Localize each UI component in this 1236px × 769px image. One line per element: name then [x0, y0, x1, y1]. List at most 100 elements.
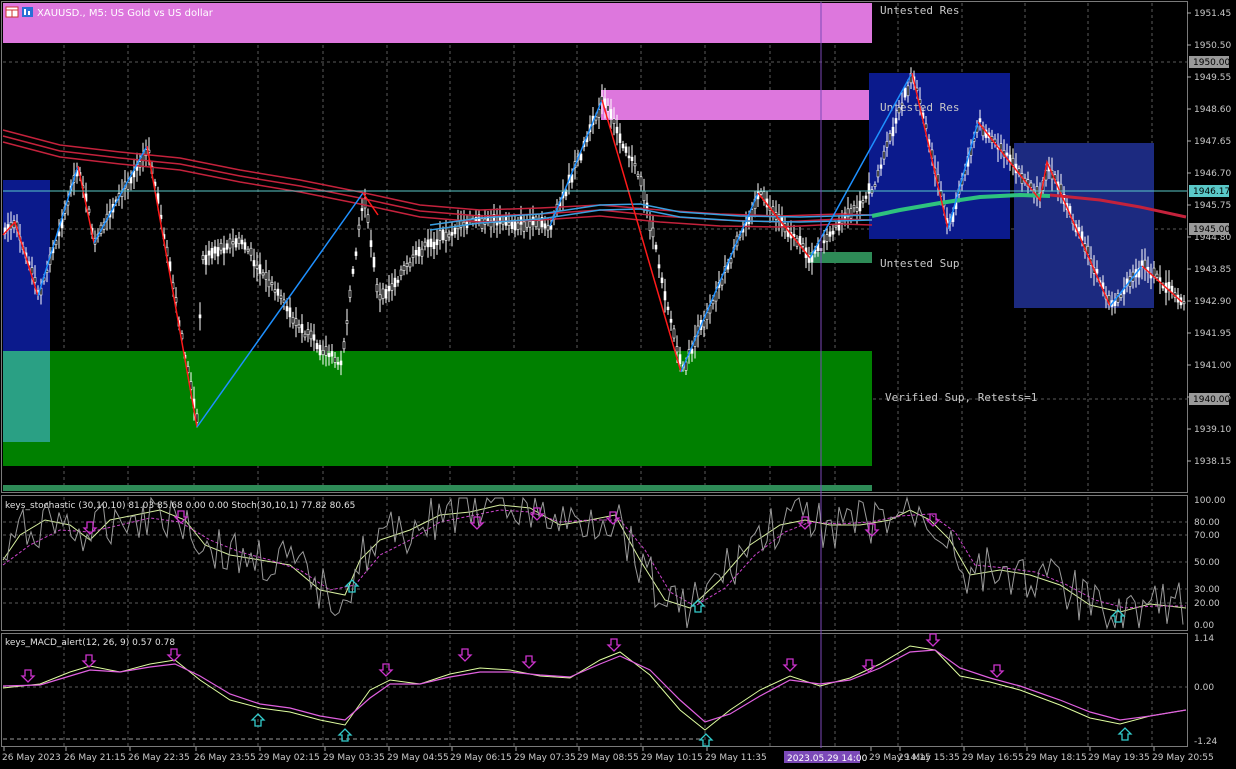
candle-body: [882, 150, 886, 160]
candle-body: [834, 224, 838, 228]
candle-body: [381, 288, 385, 299]
candle-body: [858, 200, 862, 212]
candle-body: [231, 241, 235, 245]
macd-buy-arrow-icon: [698, 733, 714, 747]
candle-body: [405, 262, 409, 267]
candle-body: [33, 277, 37, 283]
candle-body: [639, 176, 643, 187]
level-label: 1945.00: [1193, 225, 1230, 235]
sup-zone-thin[interactable]: [3, 485, 872, 491]
title-bar: XAUUSD., M5: US Gold vs US dollar: [5, 6, 214, 19]
candle-body: [855, 207, 859, 212]
time-tick-label: 29 May 06:15: [450, 753, 512, 763]
time-tick-label: 26 May 21:15: [64, 753, 126, 763]
candle-body: [240, 239, 244, 245]
price-tick-label: 1942.90: [1194, 297, 1231, 307]
signal-arrows: [20, 507, 1133, 747]
candle-body: [198, 314, 202, 319]
candle-body: [378, 294, 382, 301]
sup-zone-verified[interactable]: [3, 351, 872, 466]
time-tick-label: 29 May 08:55: [577, 753, 639, 763]
chart-menu-icon[interactable]: [22, 7, 33, 17]
stoch-tick-label: 30.00: [1194, 585, 1220, 595]
chart-window[interactable]: Untested Res Untested Res Untested Sup V…: [0, 0, 1236, 764]
candle-body: [612, 118, 616, 124]
chart-window-icon[interactable]: [5, 6, 19, 18]
candle-body: [387, 285, 391, 292]
time-tick-label: 29 May 18:15: [1025, 753, 1087, 763]
candle-body: [129, 177, 133, 184]
time-tick-label: 26 May 23:55: [194, 753, 256, 763]
macd-tick-label: -1.24: [1194, 737, 1218, 747]
candle-body: [852, 205, 856, 209]
stoch-tick-label: 20.00: [1194, 599, 1220, 609]
candle-body: [711, 300, 715, 305]
time-tick-label: 29 May 15:35: [898, 753, 960, 763]
candle-body: [243, 242, 247, 250]
candle-body: [315, 343, 319, 350]
macd-sell-arrow-icon: [989, 664, 1005, 678]
macd-sell-arrow-icon: [81, 654, 97, 668]
zone-label-3: Untested Sup: [880, 257, 959, 270]
macd-sell-arrow-icon: [20, 669, 36, 683]
candle-body: [309, 330, 313, 340]
candle-body: [348, 289, 352, 298]
candle-body: [633, 163, 637, 167]
candle-body: [453, 227, 457, 235]
time-tick-label: 29 May 02:15: [258, 753, 320, 763]
candle-body: [372, 256, 376, 268]
candle-body: [291, 317, 295, 324]
stoch-tick-label: 50.00: [1194, 558, 1220, 568]
candle-body: [657, 264, 661, 269]
candle-body: [396, 279, 400, 283]
stoch-tick-label: 80.00: [1194, 518, 1220, 528]
teal-box-left[interactable]: [3, 351, 50, 442]
candle-body: [252, 260, 256, 267]
candle-body: [408, 261, 412, 268]
macd-tick-label: 1.14: [1194, 634, 1214, 644]
cursor-time-label: 2023.05.29 14:00: [787, 754, 868, 764]
candle-body: [438, 230, 442, 241]
candle-body: [444, 231, 448, 241]
candle-body: [861, 200, 865, 204]
candle-body: [384, 289, 388, 299]
stochastic-pane-border: [1, 495, 1188, 631]
candle-body: [210, 248, 214, 259]
candle-body: [267, 279, 271, 288]
time-tick-label: 29 May 20:55: [1152, 753, 1214, 763]
candle-body: [528, 220, 532, 228]
candle-body: [297, 324, 301, 329]
zigzag-down: [601, 99, 682, 373]
navy-box-left[interactable]: [3, 180, 50, 351]
candle-body: [258, 264, 262, 274]
candle-body: [522, 221, 526, 232]
candle-body: [369, 240, 373, 247]
chart-canvas[interactable]: Untested Res Untested Res Untested Sup V…: [0, 0, 1236, 764]
zone-label-1: Untested Res: [880, 4, 959, 17]
price-tick-label: 1951.45: [1194, 9, 1231, 19]
candle-body: [402, 265, 406, 271]
candle-body: [894, 118, 898, 124]
price-tick-label: 1950.50: [1194, 41, 1231, 51]
zigzag-up: [549, 99, 603, 227]
candle-body: [864, 195, 868, 199]
sup-zone-small[interactable]: [810, 252, 872, 263]
candle-body: [501, 221, 505, 225]
candle-body: [1095, 269, 1099, 274]
candle-body: [624, 146, 628, 153]
ma-red-2: [2, 135, 873, 223]
zones: [3, 3, 1154, 491]
price-tick-label: 1947.65: [1194, 137, 1231, 147]
res-zone-mid[interactable]: [601, 90, 872, 120]
candle-body: [333, 357, 337, 363]
candle-body: [204, 254, 208, 265]
candle-body: [273, 289, 277, 293]
macd-sell-arrow-icon: [782, 658, 798, 672]
candle-body: [228, 238, 232, 249]
candle-body: [255, 264, 259, 269]
candle-body: [609, 109, 613, 119]
candle-body: [270, 282, 274, 285]
candle-body: [411, 254, 415, 258]
candle-body: [432, 241, 436, 250]
candle-body: [441, 229, 445, 241]
